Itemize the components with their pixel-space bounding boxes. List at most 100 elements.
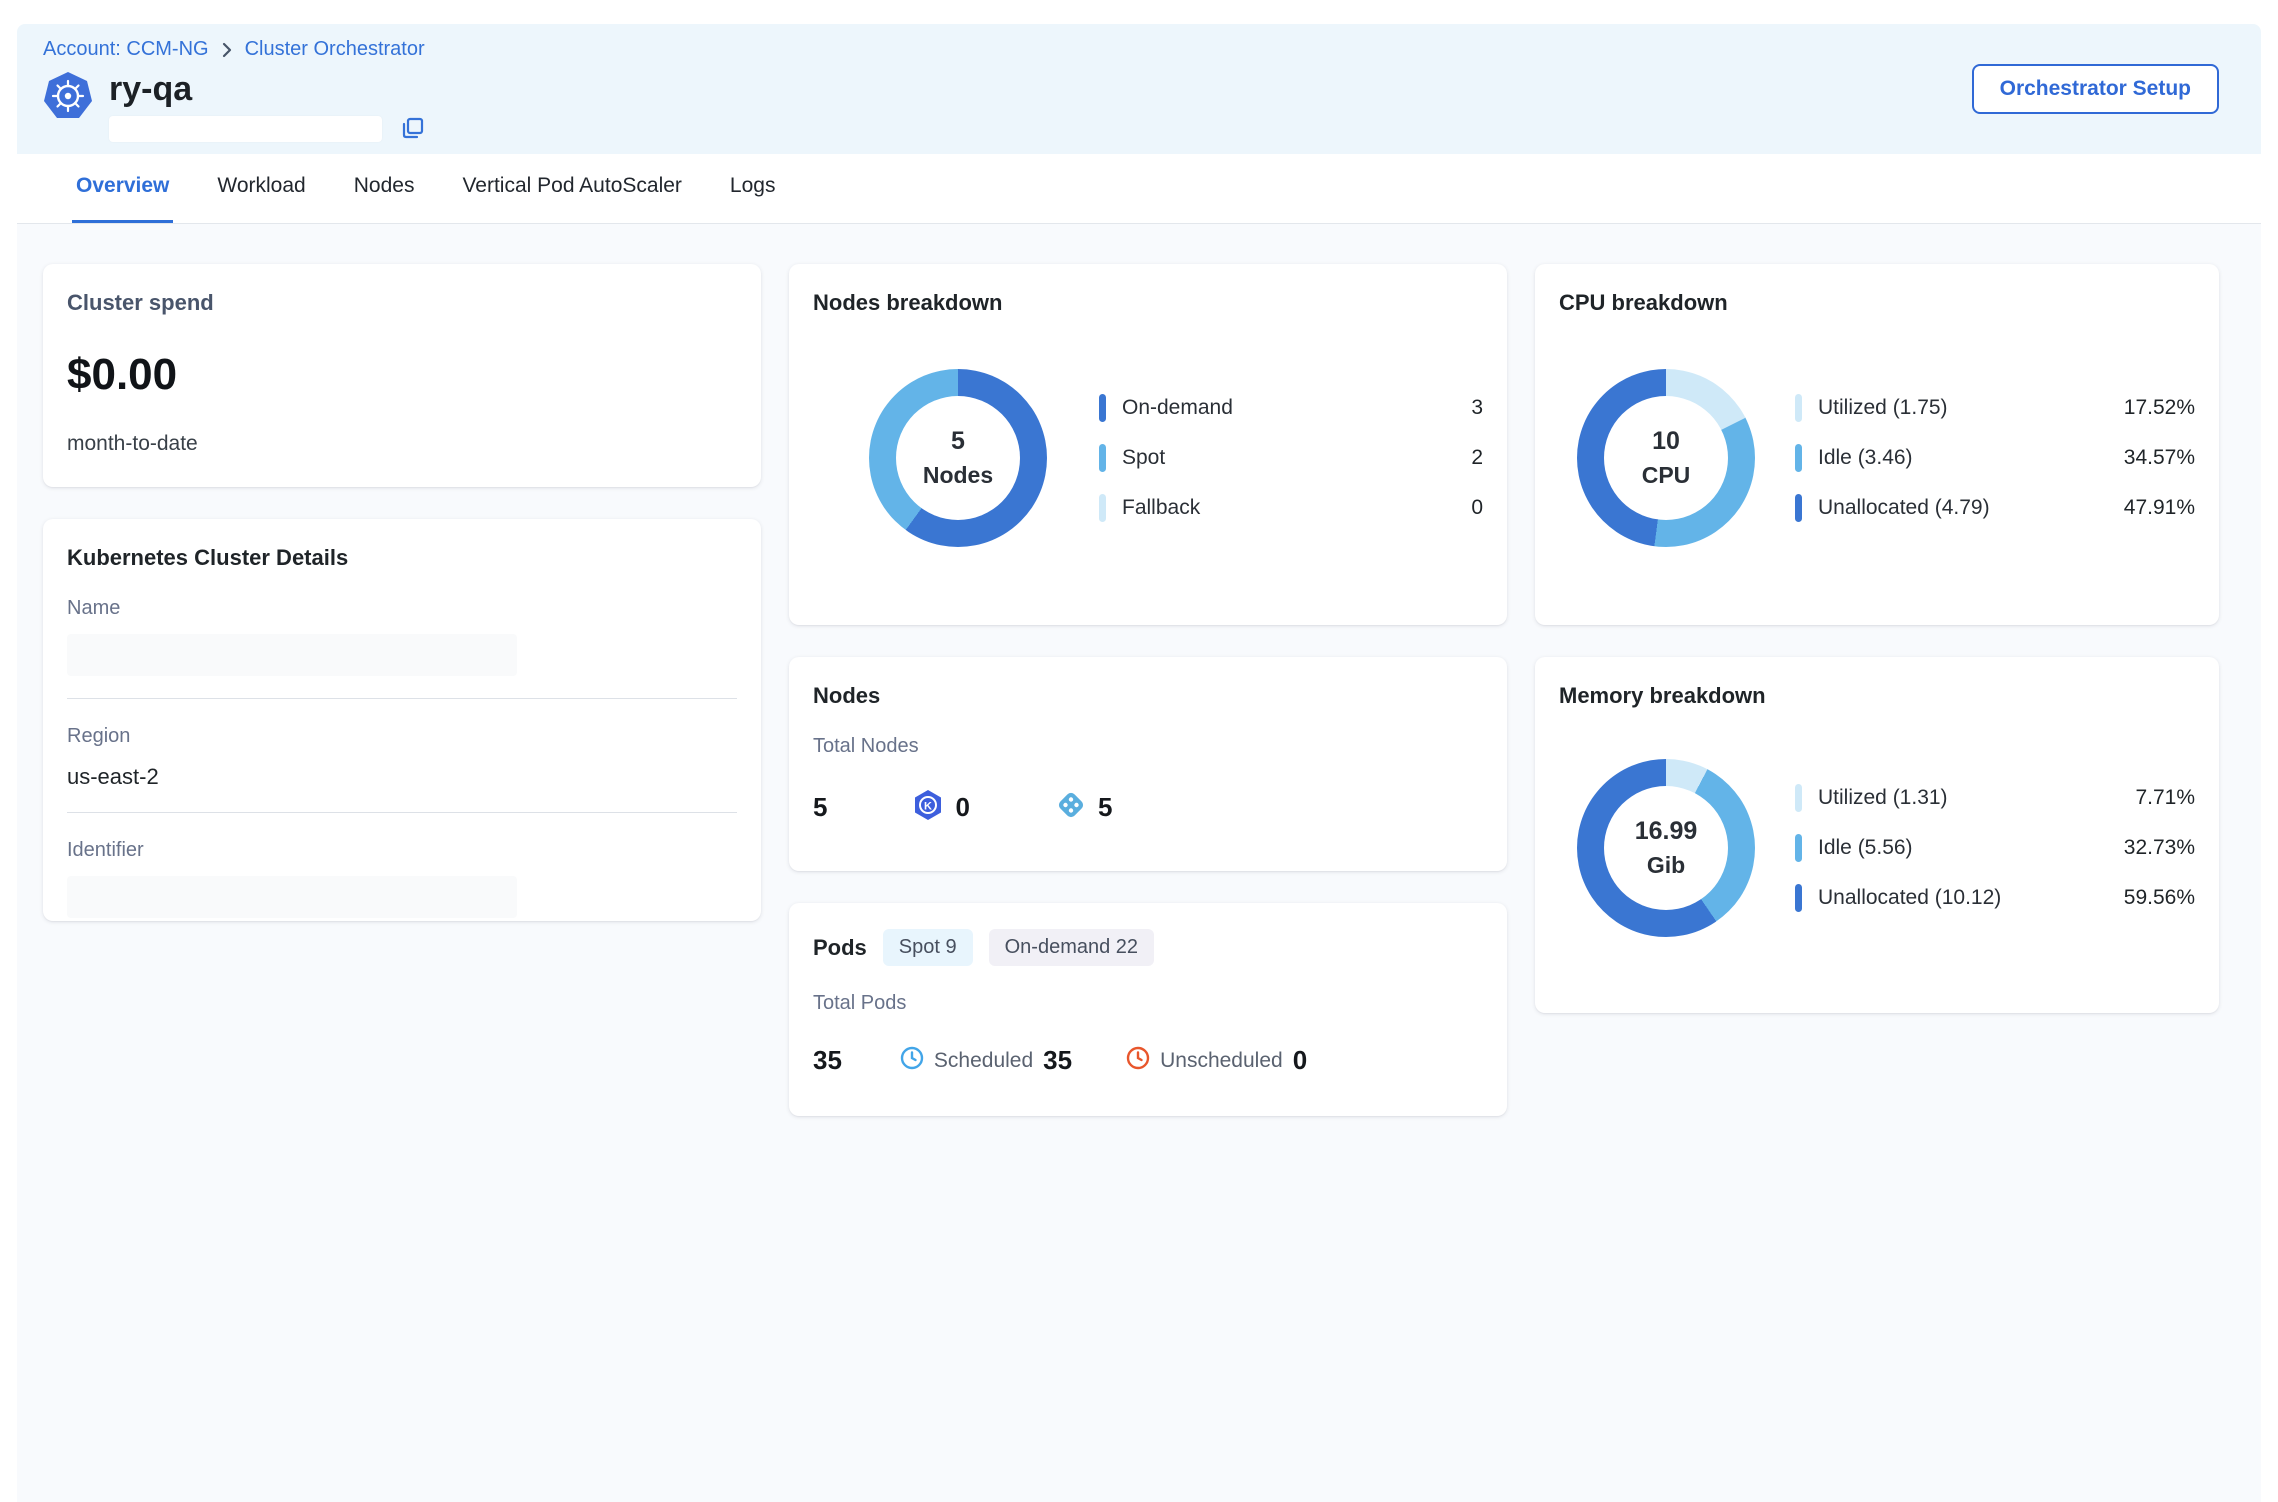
legend-row: Spot2 <box>1099 444 1483 472</box>
donut-center: 10 CPU <box>1604 396 1728 520</box>
identifier-label: Identifier <box>67 839 737 862</box>
legend-row: Idle (5.56)32.73% <box>1795 834 2195 862</box>
divider <box>67 698 737 699</box>
donut-center-value: 10 <box>1652 427 1680 456</box>
legend-value: 59.56% <box>2124 886 2195 910</box>
clock-scheduled-icon <box>900 1046 924 1075</box>
legend-value: 3 <box>1471 396 1483 420</box>
legend-tick <box>1795 884 1802 912</box>
clock-unscheduled-icon <box>1126 1046 1150 1075</box>
legend-row: Fallback0 <box>1099 494 1483 522</box>
donut-center-unit: Gib <box>1647 852 1685 879</box>
legend-label: Spot <box>1122 446 1471 470</box>
donut-center-value: 5 <box>951 427 965 456</box>
legend-row: Unallocated (10.12)59.56% <box>1795 884 2195 912</box>
legend-tick <box>1795 394 1802 422</box>
donut-center: 5 Nodes <box>896 396 1020 520</box>
donut-center-value: 16.99 <box>1635 817 1698 846</box>
unscheduled-label: Unscheduled <box>1160 1049 1283 1073</box>
donut-center-unit: Nodes <box>923 462 993 489</box>
cluster-details-title: Kubernetes Cluster Details <box>67 545 737 571</box>
cluster-spend-period: month-to-date <box>67 432 737 456</box>
legend-row: On-demand3 <box>1099 394 1483 422</box>
legend-tick <box>1795 784 1802 812</box>
kubernetes-logo-icon <box>43 71 93 121</box>
nodes-card-title: Nodes <box>813 683 1483 709</box>
memory-breakdown-title: Memory breakdown <box>1559 683 2195 709</box>
legend-row: Utilized (1.75)17.52% <box>1795 394 2195 422</box>
nodes-breakdown-donut: 5 Nodes <box>869 369 1047 547</box>
breadcrumb-page-link[interactable]: Cluster Orchestrator <box>245 38 425 61</box>
cluster-spend-card: Cluster spend $0.00 month-to-date <box>43 264 761 487</box>
legend-tick <box>1795 494 1802 522</box>
legend-value: 32.73% <box>2124 836 2195 860</box>
nodes-breakdown-title: Nodes breakdown <box>813 290 1483 316</box>
title-row: ry-qa <box>43 71 2235 142</box>
total-pods-value: 35 <box>813 1045 842 1076</box>
svg-text:K: K <box>924 801 932 813</box>
unscheduled-value: 0 <box>1293 1045 1307 1076</box>
legend-value: 34.57% <box>2124 446 2195 470</box>
spot-pods-badge: Spot 9 <box>883 929 973 966</box>
breadcrumb-account-link[interactable]: Account: CCM-NG <box>43 38 209 61</box>
legend-value: 47.91% <box>2124 496 2195 520</box>
legend-label: Utilized (1.75) <box>1818 396 2124 420</box>
cluster-spend-title: Cluster spend <box>67 290 737 316</box>
legend-label: On-demand <box>1122 396 1471 420</box>
copy-icon[interactable] <box>400 116 426 142</box>
tab-vertical-pod-autoscaler[interactable]: Vertical Pod AutoScaler <box>458 174 685 223</box>
region-value: us-east-2 <box>67 764 737 790</box>
legend-label: Idle (5.56) <box>1818 836 2124 860</box>
tab-workload[interactable]: Workload <box>213 174 309 223</box>
legend-value: 17.52% <box>2124 396 2195 420</box>
nodes-breakdown-legend: On-demand3 Spot2 Fallback0 <box>1099 394 1483 522</box>
legend-value: 0 <box>1471 496 1483 520</box>
legend-value: 7.71% <box>2135 786 2195 810</box>
chevron-right-icon <box>219 42 235 58</box>
cpu-breakdown-donut: 10 CPU <box>1577 369 1755 547</box>
legend-label: Idle (3.46) <box>1818 446 2124 470</box>
legend-label: Fallback <box>1122 496 1471 520</box>
donut-center-unit: CPU <box>1642 462 1691 489</box>
content-area: Cluster spend $0.00 month-to-date Kubern… <box>17 224 2261 1502</box>
nodes-breakdown-card: Nodes breakdown 5 Nodes On-demand3 Spot2 F… <box>789 264 1507 625</box>
legend-tick <box>1795 834 1802 862</box>
app-root: Account: CCM-NG Cluster Orchestrator <box>17 24 2261 1502</box>
memory-breakdown-donut: 16.99 Gib <box>1577 759 1755 937</box>
tab-overview[interactable]: Overview <box>72 174 173 223</box>
legend-tick <box>1099 394 1106 422</box>
pods-card: Pods Spot 9 On-demand 22 Total Pods 35 S… <box>789 903 1507 1116</box>
tab-nodes[interactable]: Nodes <box>350 174 419 223</box>
name-label: Name <box>67 597 737 620</box>
tab-bar: Overview Workload Nodes Vertical Pod Aut… <box>17 154 2261 224</box>
cluster-id-redacted <box>109 116 382 142</box>
hexagon-k-count: 0 <box>955 792 969 823</box>
memory-breakdown-legend: Utilized (1.31)7.71% Idle (5.56)32.73% Una… <box>1795 784 2195 912</box>
divider <box>67 812 737 813</box>
hexagon-k-icon: K <box>911 788 945 827</box>
name-value-redacted <box>67 634 517 676</box>
legend-row: Idle (3.46)34.57% <box>1795 444 2195 472</box>
nodes-card: Nodes Total Nodes 5 K <box>789 657 1507 871</box>
header-band: Account: CCM-NG Cluster Orchestrator <box>17 24 2261 154</box>
memory-breakdown-card: Memory breakdown 16.99 Gib Utilized (1.3… <box>1535 657 2219 1013</box>
legend-tick <box>1795 444 1802 472</box>
scheduled-label: Scheduled <box>934 1049 1033 1073</box>
diamond-dots-count: 5 <box>1098 792 1112 823</box>
cpu-breakdown-legend: Utilized (1.75)17.52% Idle (3.46)34.57% Un… <box>1795 394 2195 522</box>
ondemand-pods-badge: On-demand 22 <box>989 929 1154 966</box>
donut-center: 16.99 Gib <box>1604 786 1728 910</box>
breadcrumb: Account: CCM-NG Cluster Orchestrator <box>43 38 2235 61</box>
legend-row: Utilized (1.31)7.71% <box>1795 784 2195 812</box>
legend-label: Unallocated (4.79) <box>1818 496 2124 520</box>
region-label: Region <box>67 725 737 748</box>
legend-row: Unallocated (4.79)47.91% <box>1795 494 2195 522</box>
legend-value: 2 <box>1471 446 1483 470</box>
orchestrator-setup-button[interactable]: Orchestrator Setup <box>1972 64 2219 114</box>
cpu-breakdown-card: CPU breakdown 10 CPU Utilized (1.75)17.5… <box>1535 264 2219 625</box>
total-pods-label: Total Pods <box>813 992 1483 1015</box>
tab-logs[interactable]: Logs <box>726 174 780 223</box>
cluster-spend-amount: $0.00 <box>67 350 737 400</box>
cpu-breakdown-title: CPU breakdown <box>1559 290 2195 316</box>
page-title: ry-qa <box>109 71 426 108</box>
